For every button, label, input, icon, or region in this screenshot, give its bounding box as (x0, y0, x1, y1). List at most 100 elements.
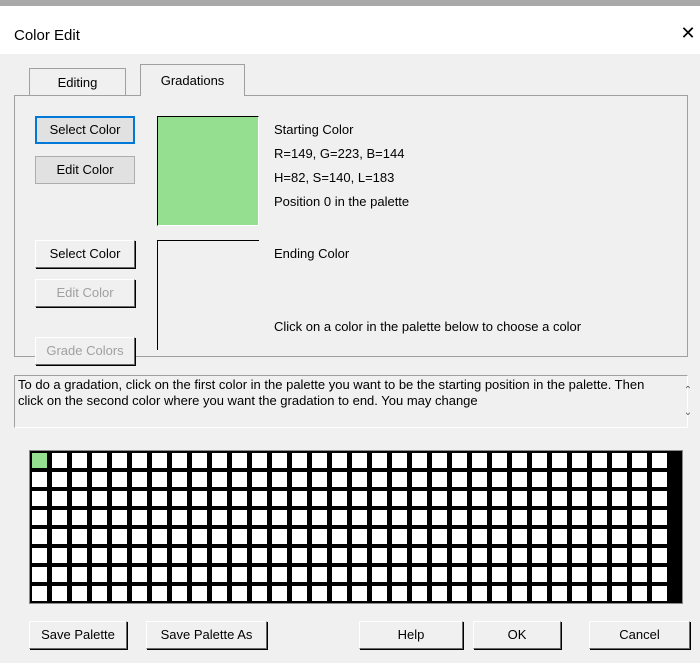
palette-cell[interactable] (592, 510, 607, 525)
palette-cell[interactable] (412, 491, 427, 506)
palette-cell[interactable] (392, 567, 407, 582)
palette-cell[interactable] (452, 586, 467, 601)
palette-cell[interactable] (652, 510, 667, 525)
palette-cell[interactable] (192, 567, 207, 582)
palette-cell[interactable] (192, 453, 207, 468)
palette-cell[interactable] (32, 491, 47, 506)
palette-cell[interactable] (612, 453, 627, 468)
palette-cell[interactable] (52, 510, 67, 525)
palette-cell[interactable] (392, 510, 407, 525)
palette-cell[interactable] (312, 529, 327, 544)
palette-cell[interactable] (192, 510, 207, 525)
palette-cell[interactable] (412, 586, 427, 601)
palette-cell[interactable] (512, 453, 527, 468)
palette-cell[interactable] (72, 586, 87, 601)
palette-cell[interactable] (592, 567, 607, 582)
palette-cell[interactable] (532, 529, 547, 544)
palette-cell[interactable] (352, 548, 367, 563)
palette-cell[interactable] (652, 491, 667, 506)
palette-cell[interactable] (32, 529, 47, 544)
palette-cell[interactable] (252, 491, 267, 506)
palette-cell[interactable] (512, 548, 527, 563)
palette-cell[interactable] (112, 491, 127, 506)
palette-cell[interactable] (92, 586, 107, 601)
palette-cell[interactable] (552, 472, 567, 487)
palette-cell[interactable] (332, 472, 347, 487)
palette-cell[interactable] (32, 453, 47, 468)
end-select-color-button[interactable]: Select Color (35, 240, 135, 268)
palette-cell[interactable] (272, 586, 287, 601)
palette-cell[interactable] (112, 510, 127, 525)
palette-cell[interactable] (572, 453, 587, 468)
palette-cell[interactable] (652, 548, 667, 563)
tab-gradations[interactable]: Gradations (140, 64, 245, 96)
palette-cell[interactable] (172, 510, 187, 525)
palette-cell[interactable] (632, 510, 647, 525)
palette-cell[interactable] (132, 567, 147, 582)
palette-cell[interactable] (532, 453, 547, 468)
palette-cell[interactable] (452, 491, 467, 506)
start-edit-color-button[interactable]: Edit Color (35, 156, 135, 184)
palette-cell[interactable] (632, 548, 647, 563)
palette-cell[interactable] (432, 586, 447, 601)
palette-cell[interactable] (252, 548, 267, 563)
palette-cell[interactable] (352, 491, 367, 506)
palette-cell[interactable] (192, 472, 207, 487)
palette-cell[interactable] (232, 453, 247, 468)
palette-cell[interactable] (212, 453, 227, 468)
palette-cell[interactable] (592, 586, 607, 601)
close-icon[interactable]: ✕ (678, 22, 698, 44)
palette-cell[interactable] (652, 472, 667, 487)
palette-cell[interactable] (432, 529, 447, 544)
palette-cell[interactable] (212, 491, 227, 506)
palette-cell[interactable] (452, 472, 467, 487)
palette-cell[interactable] (452, 510, 467, 525)
palette-cell[interactable] (512, 472, 527, 487)
palette-cell[interactable] (592, 472, 607, 487)
palette-cell[interactable] (312, 586, 327, 601)
palette-cell[interactable] (392, 586, 407, 601)
palette-cell[interactable] (352, 529, 367, 544)
palette-cell[interactable] (412, 548, 427, 563)
palette-cell[interactable] (472, 548, 487, 563)
palette-cell[interactable] (272, 567, 287, 582)
palette-cell[interactable] (352, 586, 367, 601)
ok-button[interactable]: OK (473, 621, 561, 649)
palette-cell[interactable] (412, 529, 427, 544)
palette-cell[interactable] (532, 491, 547, 506)
palette-cell[interactable] (32, 586, 47, 601)
palette-cell[interactable] (432, 472, 447, 487)
palette-cell[interactable] (92, 453, 107, 468)
palette-cell[interactable] (572, 567, 587, 582)
palette-cell[interactable] (332, 510, 347, 525)
palette-cell[interactable] (292, 472, 307, 487)
palette-cell[interactable] (532, 586, 547, 601)
start-select-color-button[interactable]: Select Color (35, 116, 135, 144)
palette-cell[interactable] (372, 548, 387, 563)
palette-cell[interactable] (512, 529, 527, 544)
palette-cell[interactable] (552, 491, 567, 506)
palette-cell[interactable] (52, 453, 67, 468)
palette-cell[interactable] (152, 567, 167, 582)
palette-cell[interactable] (172, 529, 187, 544)
palette-cell[interactable] (292, 453, 307, 468)
palette-cell[interactable] (252, 586, 267, 601)
palette-cell[interactable] (412, 453, 427, 468)
palette-cell[interactable] (452, 529, 467, 544)
palette-cell[interactable] (492, 510, 507, 525)
palette-cell[interactable] (652, 567, 667, 582)
palette-cell[interactable] (112, 548, 127, 563)
palette-cell[interactable] (52, 472, 67, 487)
palette-cell[interactable] (272, 491, 287, 506)
palette-cell[interactable] (532, 472, 547, 487)
palette-cell[interactable] (452, 548, 467, 563)
palette-cell[interactable] (292, 548, 307, 563)
palette-cell[interactable] (252, 453, 267, 468)
palette-cell[interactable] (252, 510, 267, 525)
palette-cell[interactable] (632, 491, 647, 506)
palette-cell[interactable] (452, 453, 467, 468)
palette-cell[interactable] (492, 586, 507, 601)
palette-cell[interactable] (552, 586, 567, 601)
palette-cell[interactable] (652, 529, 667, 544)
palette-cell[interactable] (92, 567, 107, 582)
